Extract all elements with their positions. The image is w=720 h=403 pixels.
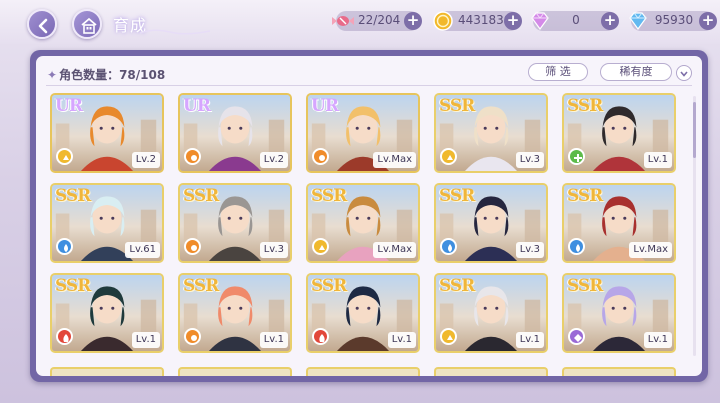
character-card[interactable]: SSR Lv.1: [178, 273, 292, 353]
blue-gem-resource: 95930 +: [629, 11, 717, 31]
attribute-orange-icon: [184, 238, 201, 255]
level-label: Lv.Max: [373, 152, 416, 168]
header-divider: [46, 85, 692, 86]
level-label: Lv.Max: [373, 242, 416, 258]
top-bar: 育成 22/204 + 44318300 + 0 + 95930 +: [0, 0, 720, 44]
level-label: Lv.3: [515, 242, 544, 258]
filter-button[interactable]: 筛 选: [528, 63, 588, 81]
rarity-badge: SSR: [311, 276, 347, 296]
candy-add-button[interactable]: +: [404, 12, 422, 30]
character-card[interactable]: UR Lv.2: [50, 93, 164, 173]
rarity-badge: SSR: [439, 96, 475, 116]
character-card[interactable]: SSR Lv.3: [434, 183, 548, 263]
character-card[interactable]: UR Lv.2: [178, 93, 292, 173]
rarity-badge: SSR: [567, 186, 603, 206]
attribute-blue-icon: [568, 238, 585, 255]
attribute-blue-icon: [56, 238, 73, 255]
attribute-orange-icon: [312, 148, 329, 165]
level-label: Lv.3: [515, 152, 544, 168]
character-card[interactable]: SSR Lv.3: [434, 93, 548, 173]
gold-value: 44318300: [458, 13, 520, 27]
blue-diamond-icon: [629, 12, 647, 31]
character-count-label: ✦ 角色数量：78/108: [47, 66, 165, 83]
attribute-yellow-icon: [440, 148, 457, 165]
character-panel: ✦ 角色数量：78/108 筛 选 稀有度 UR Lv.2 UR Lv.2 UR Lv.Ma…: [30, 50, 708, 382]
sort-rarity-button[interactable]: 稀有度: [600, 63, 672, 81]
home-icon: [81, 17, 97, 34]
rarity-badge: SSR: [311, 186, 347, 206]
pink-gem-add-button[interactable]: +: [601, 12, 619, 30]
title-flourish-icon: [140, 29, 210, 35]
attribute-red-icon: [312, 328, 329, 345]
level-label: Lv.2: [259, 152, 288, 168]
rarity-badge: SSR: [183, 186, 219, 206]
candy-value: 22/204: [358, 13, 401, 27]
attribute-red-icon: [56, 328, 73, 345]
character-grid: UR Lv.2 UR Lv.2 UR Lv.Max SSR Lv.3 SSR Lv.1 SSR Lv.…: [50, 93, 690, 376]
level-label: Lv.1: [259, 332, 288, 348]
level-label: Lv.1: [643, 332, 672, 348]
sort-dropdown-button[interactable]: [676, 65, 692, 81]
level-label: Lv.1: [131, 332, 160, 348]
back-button[interactable]: [27, 9, 57, 39]
character-card-partial[interactable]: [306, 367, 420, 376]
pink-gem-resource: 0 +: [531, 11, 619, 31]
scrollbar-thumb[interactable]: [693, 102, 696, 158]
attribute-yellow-icon: [56, 148, 73, 165]
character-card[interactable]: SSR Lv.3: [178, 183, 292, 263]
level-label: Lv.Max: [629, 242, 672, 258]
blue-gem-value: 95930: [654, 13, 694, 27]
character-card[interactable]: SSR Lv.1: [50, 273, 164, 353]
level-label: Lv.61: [125, 242, 160, 258]
sparkle-icon: ✦: [47, 68, 58, 82]
attribute-green-icon: [568, 148, 585, 165]
rarity-badge: SSR: [55, 186, 91, 206]
rarity-badge: SSR: [567, 276, 603, 296]
level-label: Lv.1: [515, 332, 544, 348]
character-card[interactable]: SSR Lv.1: [562, 273, 676, 353]
character-card-partial[interactable]: [50, 367, 164, 376]
character-card[interactable]: SSR Lv.Max: [306, 183, 420, 263]
candy-resource: 22/204 +: [332, 11, 422, 31]
attribute-orange-icon: [184, 148, 201, 165]
pink-diamond-icon: [531, 12, 549, 31]
character-panel-inner: ✦ 角色数量：78/108 筛 选 稀有度 UR Lv.2 UR Lv.2 UR Lv.Ma…: [36, 56, 702, 376]
attribute-blue-icon: [440, 238, 457, 255]
rarity-badge: UR: [311, 96, 339, 116]
level-label: Lv.1: [643, 152, 672, 168]
level-label: Lv.3: [259, 242, 288, 258]
character-card[interactable]: UR Lv.Max: [306, 93, 420, 173]
character-card-partial[interactable]: [178, 367, 292, 376]
attribute-purple-icon: [568, 328, 585, 345]
character-card-partial[interactable]: [434, 367, 548, 376]
back-arrow-icon: [38, 18, 48, 34]
character-card[interactable]: SSR Lv.61: [50, 183, 164, 263]
attribute-orange-icon: [184, 328, 201, 345]
rarity-badge: SSR: [55, 276, 91, 296]
rarity-badge: UR: [55, 96, 83, 116]
home-button[interactable]: [72, 9, 102, 39]
pink-gem-value: 0: [572, 13, 580, 27]
character-card[interactable]: SSR Lv.1: [562, 93, 676, 173]
rarity-badge: SSR: [567, 96, 603, 116]
level-label: Lv.1: [387, 332, 416, 348]
candy-icon: [332, 16, 354, 26]
chevron-down-icon: [680, 71, 688, 77]
character-card[interactable]: SSR Lv.1: [434, 273, 548, 353]
character-card[interactable]: SSR Lv.Max: [562, 183, 676, 263]
rarity-badge: SSR: [183, 276, 219, 296]
character-card-partial[interactable]: [562, 367, 676, 376]
rarity-badge: SSR: [439, 276, 475, 296]
blue-gem-add-button[interactable]: +: [699, 12, 717, 30]
gold-add-button[interactable]: +: [504, 12, 522, 30]
character-card[interactable]: SSR Lv.1: [306, 273, 420, 353]
gold-coin-icon: [433, 11, 453, 31]
attribute-yellow-icon: [440, 328, 457, 345]
rarity-badge: UR: [183, 96, 211, 116]
level-label: Lv.2: [131, 152, 160, 168]
rarity-badge: SSR: [439, 186, 475, 206]
character-count-text: 角色数量：78/108: [59, 68, 166, 82]
attribute-yellow-icon: [312, 238, 329, 255]
gold-resource: 44318300 +: [433, 11, 522, 31]
